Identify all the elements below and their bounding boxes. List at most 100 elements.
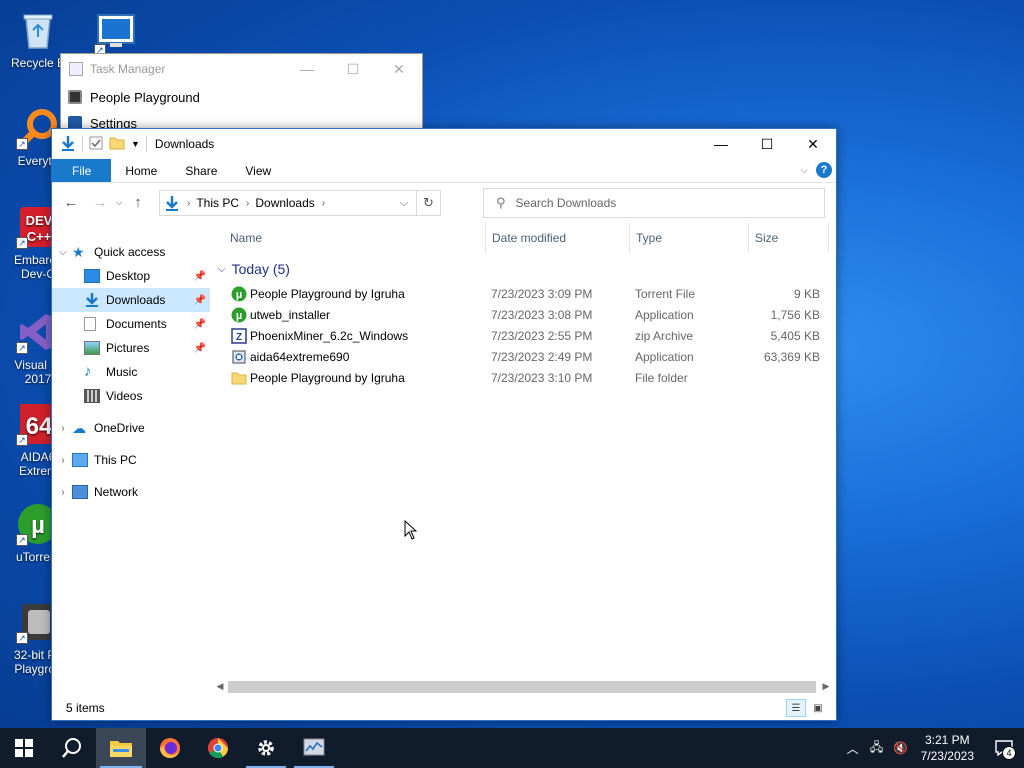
- action-center-button[interactable]: 4: [984, 728, 1024, 768]
- search-box[interactable]: ⚲ Search Downloads: [483, 188, 825, 218]
- breadcrumb-downloads[interactable]: Downloads: [255, 196, 314, 210]
- customize-toolbar-icon[interactable]: ▼: [131, 139, 140, 149]
- download-arrow-icon: [84, 293, 100, 307]
- nav-item-label: This PC: [94, 453, 137, 467]
- folder-icon: [110, 741, 132, 757]
- column-header-name[interactable]: Name: [224, 223, 486, 253]
- tab-file[interactable]: File: [52, 159, 112, 182]
- minimize-button[interactable]: —: [284, 54, 330, 84]
- scrollbar-thumb[interactable]: [228, 681, 816, 693]
- horizontal-scrollbar[interactable]: ◀ ▶: [214, 678, 832, 694]
- taskbar-chrome[interactable]: [194, 728, 242, 768]
- file-type: File folder: [635, 370, 688, 385]
- help-button[interactable]: ?: [816, 162, 832, 178]
- nav-item-desktop[interactable]: Desktop 📌: [52, 264, 210, 288]
- column-header-date[interactable]: Date modified: [486, 223, 630, 253]
- close-button[interactable]: ✕: [790, 129, 836, 159]
- collapse-chevron-icon[interactable]: ⌵: [58, 247, 68, 258]
- nav-item-network[interactable]: › Network: [52, 480, 210, 504]
- details-view-button[interactable]: ☰: [786, 699, 806, 717]
- file-size: 9 KB: [793, 286, 820, 301]
- toolbar-divider: [82, 136, 83, 152]
- show-hidden-icons-chevron-icon[interactable]: ︿: [841, 740, 865, 757]
- search-button[interactable]: [48, 728, 96, 768]
- nav-item-music[interactable]: ♪ Music: [52, 360, 210, 384]
- expand-chevron-icon[interactable]: ›: [58, 487, 68, 498]
- address-dropdown-icon[interactable]: ⌵: [392, 191, 416, 215]
- group-header[interactable]: ⌵ Today (5): [218, 261, 290, 277]
- file-name: People Playground by Igruha: [250, 370, 405, 385]
- download-arrow-icon[interactable]: [60, 135, 76, 154]
- chrome-icon: [207, 737, 229, 759]
- forward-button[interactable]: →: [88, 190, 112, 214]
- tab-home[interactable]: Home: [111, 159, 171, 182]
- nav-item-videos[interactable]: Videos: [52, 384, 210, 408]
- close-button[interactable]: ✕: [376, 54, 422, 84]
- file-list: Name Date modified Type Size ⌵ Today (5)…: [210, 223, 836, 696]
- new-folder-icon[interactable]: [109, 136, 125, 153]
- tab-share[interactable]: Share: [171, 159, 231, 182]
- large-icons-view-button[interactable]: ▣: [808, 699, 828, 717]
- document-icon: [84, 317, 96, 331]
- volume-muted-icon[interactable]: 🔇: [889, 741, 913, 755]
- minimize-button[interactable]: —: [698, 129, 744, 159]
- table-row[interactable]: µ utweb_installer 7/23/2023 3:08 PM Appl…: [210, 304, 836, 325]
- collapse-chevron-icon[interactable]: ⌵: [218, 264, 226, 275]
- maximize-button[interactable]: ☐: [744, 129, 790, 159]
- back-button[interactable]: ←: [59, 190, 83, 214]
- expand-ribbon-icon[interactable]: ⌵: [800, 165, 808, 176]
- properties-icon[interactable]: [89, 136, 103, 153]
- nav-item-quick-access[interactable]: ⌵ ★ Quick access: [52, 240, 210, 264]
- file-date: 7/23/2023 3:08 PM: [491, 307, 593, 322]
- gear-icon: [258, 740, 274, 756]
- task-manager-icon: [69, 62, 83, 76]
- start-button[interactable]: [0, 728, 48, 768]
- search-input[interactable]: Search Downloads: [516, 196, 617, 210]
- cloud-icon: ☁: [72, 420, 86, 436]
- network-icon[interactable]: 🖧: [865, 738, 889, 759]
- pin-icon: 📌: [193, 342, 206, 354]
- star-icon: ★: [72, 244, 85, 260]
- group-label: Today (5): [231, 261, 290, 277]
- taskbar-task-manager[interactable]: [290, 728, 338, 768]
- table-row[interactable]: µ People Playground by Igruha 7/23/2023 …: [210, 283, 836, 304]
- shortcut-arrow-icon: ↗: [16, 237, 28, 249]
- clock[interactable]: 3:21 PM 7/23/2023: [921, 732, 974, 764]
- taskbar-firefox[interactable]: [146, 728, 194, 768]
- file-type: Application: [635, 307, 694, 322]
- taskbar-file-explorer[interactable]: [96, 728, 146, 768]
- breadcrumb-chevron-icon[interactable]: ›: [246, 198, 249, 209]
- file-name: PhoenixMiner_6.2c_Windows: [250, 328, 409, 343]
- explorer-titlebar[interactable]: ▼ Downloads — ☐ ✕: [52, 129, 836, 159]
- nav-item-pictures[interactable]: Pictures 📌: [52, 336, 210, 360]
- address-bar[interactable]: › This PC › Downloads › ⌵ ↻: [159, 190, 441, 216]
- scroll-left-icon[interactable]: ◀: [214, 681, 226, 692]
- recent-locations-button[interactable]: ⌵: [112, 190, 126, 214]
- refresh-button[interactable]: ↻: [416, 191, 440, 215]
- svg-text:µ: µ: [236, 289, 242, 301]
- taskbar-settings[interactable]: [242, 728, 290, 768]
- scroll-right-icon[interactable]: ▶: [820, 681, 832, 692]
- breadcrumb-chevron-icon[interactable]: ›: [322, 198, 325, 209]
- file-type: Torrent File: [635, 286, 696, 301]
- nav-item-onedrive[interactable]: › ☁ OneDrive: [52, 416, 210, 440]
- column-header-type[interactable]: Type: [630, 223, 749, 253]
- column-header-size[interactable]: Size: [749, 223, 829, 253]
- tab-view[interactable]: View: [231, 159, 285, 182]
- nav-item-downloads[interactable]: Downloads 📌: [52, 288, 210, 312]
- table-row[interactable]: People Playground by Igruha 7/23/2023 3:…: [210, 367, 836, 388]
- task-row[interactable]: People Playground: [61, 84, 422, 110]
- up-button[interactable]: ↑: [126, 190, 150, 214]
- navigation-pane: ⌵ ★ Quick access Desktop 📌 Downloads 📌 D…: [52, 240, 210, 696]
- expand-chevron-icon[interactable]: ›: [58, 423, 68, 434]
- file-explorer-window[interactable]: ▼ Downloads — ☐ ✕ File Home Share View ⌵…: [51, 128, 837, 721]
- breadcrumb-chevron-icon[interactable]: ›: [187, 198, 190, 209]
- nav-item-documents[interactable]: Documents 📌: [52, 312, 210, 336]
- nav-item-this-pc[interactable]: › This PC: [52, 448, 210, 472]
- table-row[interactable]: aida64extreme690 7/23/2023 2:49 PM Appli…: [210, 346, 836, 367]
- table-row[interactable]: Z PhoenixMiner_6.2c_Windows 7/23/2023 2:…: [210, 325, 836, 346]
- firefox-icon: [160, 738, 180, 758]
- maximize-button[interactable]: ☐: [330, 54, 376, 84]
- expand-chevron-icon[interactable]: ›: [58, 455, 68, 466]
- breadcrumb-this-pc[interactable]: This PC: [196, 196, 239, 210]
